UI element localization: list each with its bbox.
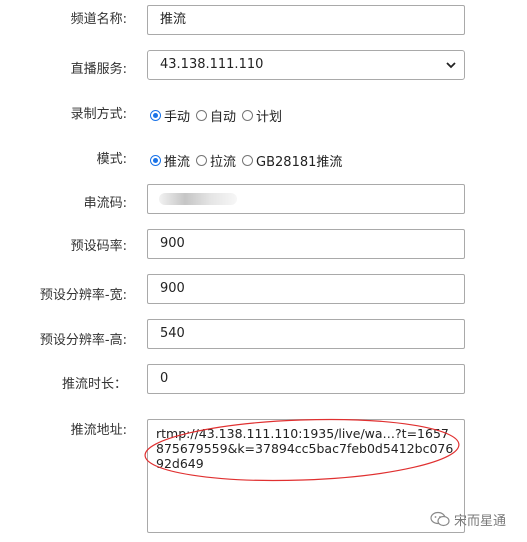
row-push-duration: 推流时长： 0: [0, 364, 527, 394]
record-mode-group: 手动 自动 计划: [150, 100, 288, 130]
mode-push[interactable]: 推流: [150, 151, 190, 170]
channel-name-label: 频道名称:: [70, 12, 127, 27]
row-mode: 模式: 推流 拉流 GB28181推流: [0, 145, 527, 175]
record-mode-manual[interactable]: 手动: [150, 106, 190, 125]
push-duration-label: 推流时长：: [61, 377, 127, 392]
preset-height-label: 预设分辨率-高:: [39, 333, 127, 348]
record-mode-label: 录制方式:: [70, 107, 127, 122]
row-preset-bitrate: 预设码率: 900: [0, 229, 527, 259]
preset-width-input[interactable]: 900: [147, 274, 465, 304]
record-mode-auto[interactable]: 自动: [196, 106, 236, 125]
radio-icon[interactable]: [196, 109, 208, 121]
row-preset-height: 预设分辨率-高: 540: [0, 319, 527, 349]
radio-selected-icon[interactable]: [150, 109, 161, 121]
channel-name-input[interactable]: 推流: [147, 5, 465, 35]
row-channel-name: 频道名称: 推流: [0, 5, 527, 35]
preset-width-label: 预设分辨率-宽:: [39, 288, 127, 303]
record-mode-plan[interactable]: 计划: [242, 106, 282, 125]
row-record-mode: 录制方式: 手动 自动 计划: [0, 100, 527, 130]
stream-code-label: 串流码:: [83, 196, 127, 211]
radio-icon[interactable]: [242, 154, 254, 166]
radio-icon[interactable]: [196, 154, 208, 166]
push-duration-input[interactable]: 0: [147, 364, 465, 394]
chevron-down-icon: [446, 62, 456, 69]
push-url-label: 推流地址:: [70, 423, 127, 438]
wechat-icon: [430, 511, 450, 527]
mode-pull[interactable]: 拉流: [196, 151, 236, 170]
redacted-text: [159, 193, 237, 205]
live-service-select[interactable]: 43.138.111.110: [147, 50, 465, 80]
watermark-text: 宋而星通: [454, 513, 507, 529]
push-url-textarea[interactable]: rtmp://43.138.111.110:1935/live/wa…?t=16…: [147, 419, 465, 533]
radio-icon[interactable]: [242, 109, 254, 121]
radio-selected-icon[interactable]: [150, 154, 161, 166]
row-live-service: 直播服务: 43.138.111.110: [0, 50, 527, 80]
preset-bitrate-input[interactable]: 900: [147, 229, 465, 259]
watermark: 宋而星通: [430, 509, 506, 529]
mode-label: 模式:: [96, 152, 127, 167]
row-preset-width: 预设分辨率-宽: 900: [0, 274, 527, 304]
channel-form: 频道名称: 推流 直播服务: 43.138.111.110 录制方式: 手动 自…: [0, 0, 527, 542]
live-service-value: 43.138.111.110: [160, 57, 264, 72]
mode-gb28181[interactable]: GB28181推流: [242, 151, 342, 170]
preset-height-input[interactable]: 540: [147, 319, 465, 349]
row-stream-code: 串流码:: [0, 184, 527, 214]
mode-group: 推流 拉流 GB28181推流: [150, 145, 348, 175]
live-service-label: 直播服务:: [70, 62, 127, 77]
preset-bitrate-label: 预设码率:: [70, 239, 127, 254]
